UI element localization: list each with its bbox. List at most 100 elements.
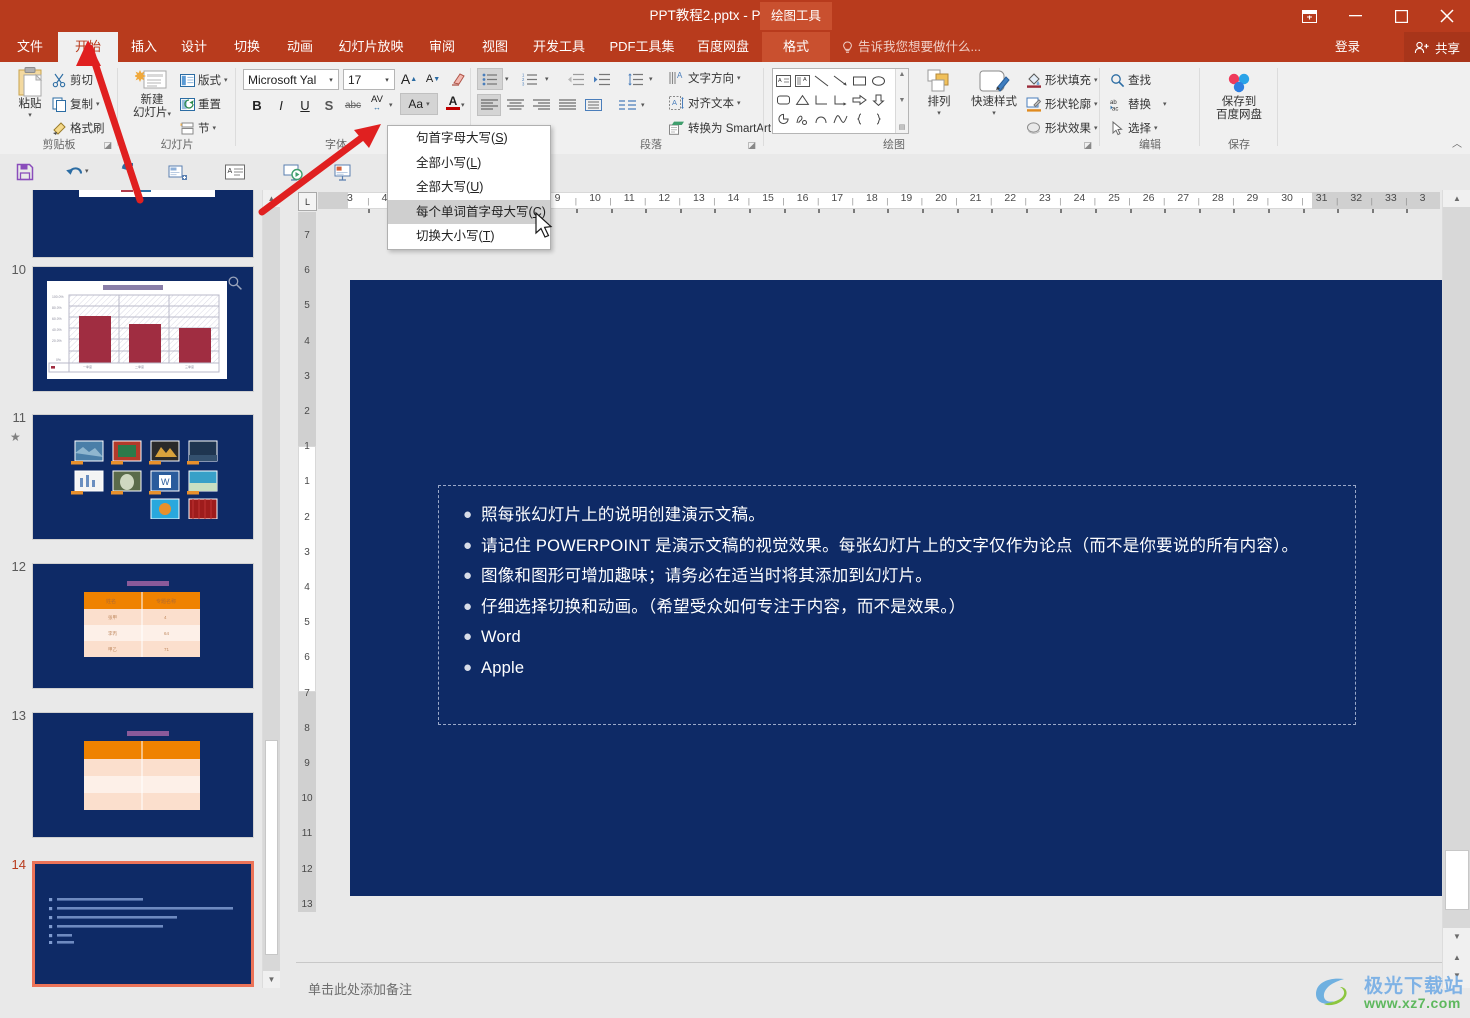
line-spacing-button[interactable]	[623, 68, 647, 90]
start-slideshow-icon[interactable]	[280, 159, 306, 185]
shape-arc-icon[interactable]	[812, 109, 831, 128]
tab-view[interactable]: 视图	[473, 32, 517, 62]
drawing-dialog-launcher[interactable]: ◪	[1083, 140, 1092, 151]
shape-left-brace-icon[interactable]	[850, 109, 869, 128]
slide-scroll-up-icon[interactable]: ▲	[1443, 190, 1470, 207]
from-current-slide-icon[interactable]	[330, 159, 356, 185]
clipboard-dialog-launcher[interactable]: ◪	[103, 140, 112, 151]
numbering-button[interactable]: 123	[517, 68, 543, 90]
save-icon[interactable]	[12, 159, 38, 185]
shape-oval-icon[interactable]	[869, 71, 888, 90]
slide-canvas[interactable]: ● 照每张幻灯片上的说明创建演示文稿。 ● 请记住 POWERPOINT 是演示…	[350, 280, 1444, 896]
select-button[interactable]: 选择 ▾	[1110, 118, 1158, 138]
tell-me-box[interactable]: 告诉我您想要做什么...	[842, 32, 981, 62]
shapes-scroll-down-icon[interactable]: ▼	[899, 97, 906, 104]
slide-scroll-thumb[interactable]	[1445, 850, 1469, 910]
shape-fill-button[interactable]: 形状填充 ▾	[1026, 70, 1098, 90]
clear-formatting-icon[interactable]	[448, 68, 470, 90]
collapse-ribbon-icon[interactable]: ︿	[1452, 135, 1462, 150]
shape-effects-button[interactable]: 形状效果 ▾	[1026, 118, 1098, 138]
thumbnail-pane-scrollbar[interactable]: ▲ ▼	[262, 190, 280, 988]
menu-item-sentence-case[interactable]: 句首字母大写(S)	[388, 126, 550, 151]
thumbnail-slide-9[interactable]	[32, 190, 254, 258]
bold-button[interactable]: B	[246, 94, 268, 116]
copy-button[interactable]: 复制 ▾	[52, 94, 100, 114]
shape-elbow-connector-icon[interactable]	[812, 90, 831, 109]
shape-triangle-icon[interactable]	[793, 90, 812, 109]
previous-slide-icon[interactable]: ▲	[1443, 949, 1470, 966]
numbering-caret-icon[interactable]: ▾	[545, 75, 549, 83]
sign-in-button[interactable]: 登录	[1335, 32, 1360, 62]
save-to-baidu-netdisk-button[interactable]: 保存到 百度网盘	[1204, 70, 1274, 122]
menu-item-capitalize-each-word[interactable]: 每个单词首字母大写(C)	[388, 199, 550, 224]
shape-elbow-arrow-icon[interactable]	[831, 90, 850, 109]
bullet-item[interactable]: ● 照每张幻灯片上的说明创建演示文稿。	[461, 504, 1339, 526]
paragraph-dialog-launcher[interactable]: ◪	[747, 140, 756, 151]
arrange-button[interactable]: 排列 ▾	[916, 68, 962, 117]
thumbnail-slide-14[interactable]	[32, 861, 254, 987]
tab-design[interactable]: 设计	[172, 32, 216, 62]
thumbnail-scroll-thumb[interactable]	[265, 740, 278, 955]
thumbnail-slide-12[interactable]: 姓名 专题名称 张甲 4 李丙 64 甲乙 71	[32, 563, 254, 689]
undo-caret-icon[interactable]: ▾	[85, 167, 89, 175]
layout-button[interactable]: 版式 ▾	[180, 70, 228, 90]
shrink-font-button[interactable]: A ▼	[422, 68, 444, 90]
shapes-gallery-scrollbar[interactable]: ▲ ▼ ▤	[895, 69, 908, 133]
ribbon-display-options-icon[interactable]	[1286, 0, 1332, 32]
shape-arrow-icon[interactable]	[831, 71, 850, 90]
thumbnail-scroll-down-icon[interactable]: ▼	[263, 971, 280, 988]
decrease-indent-button[interactable]	[563, 68, 587, 90]
tab-home[interactable]: 开始	[58, 32, 118, 62]
shapes-scroll-up-icon[interactable]: ▲	[899, 71, 906, 78]
align-center-button[interactable]	[503, 94, 527, 116]
shape-freeform-icon[interactable]	[793, 109, 812, 128]
share-button[interactable]: 共享	[1403, 32, 1470, 62]
slide-vertical-scrollbar[interactable]: ▲ ▼ ▲ ▼	[1442, 190, 1470, 988]
shape-line-icon[interactable]	[812, 71, 831, 90]
bullet-item[interactable]: ● Word	[461, 626, 1339, 648]
copy-caret-icon[interactable]: ▾	[96, 100, 100, 108]
text-direction-button[interactable]: A 文字方向 ▾	[669, 68, 741, 88]
columns-caret-icon[interactable]: ▾	[641, 101, 645, 109]
shape-right-arrow-icon[interactable]	[850, 90, 869, 109]
tab-insert[interactable]: 插入	[122, 32, 166, 62]
line-spacing-caret-icon[interactable]: ▾	[649, 75, 653, 83]
bullet-item[interactable]: ● 图像和图形可增加趣味；请务必在适当时将其添加到幻灯片。	[461, 565, 1339, 587]
content-placeholder[interactable]: ● 照每张幻灯片上的说明创建演示文稿。 ● 请记住 POWERPOINT 是演示…	[438, 485, 1356, 725]
tab-stop-selector[interactable]: L	[298, 192, 317, 211]
align-text-button[interactable]: A 对齐文本 ▾	[669, 93, 741, 113]
bullets-caret-icon[interactable]: ▾	[505, 75, 509, 83]
thumbnail-slide-11[interactable]: W	[32, 414, 254, 540]
slide-thumbnail-pane[interactable]: 10 100.0% 80.0% 60.0% 40.0% 20.0% 0% 一季度…	[0, 190, 262, 988]
close-icon[interactable]	[1424, 0, 1470, 32]
menu-item-toggle-case[interactable]: 切换大小写(T)	[388, 224, 550, 249]
tab-transitions[interactable]: 切换	[225, 32, 269, 62]
character-spacing-caret-icon[interactable]: ▾	[389, 101, 393, 109]
cut-button[interactable]: 剪切	[52, 70, 93, 90]
font-size-combo[interactable]: 17 ▾	[343, 69, 395, 90]
new-slide-button[interactable]: 新建 幻灯片▾	[124, 68, 180, 120]
text-box-icon[interactable]: A	[222, 159, 248, 185]
format-painter-button[interactable]: 格式刷	[52, 118, 105, 138]
slide-scroll-down-icon[interactable]: ▼	[1443, 928, 1470, 945]
find-button[interactable]: 查找	[1110, 70, 1151, 90]
italic-button[interactable]: I	[270, 94, 292, 116]
grow-font-button[interactable]: A ▲	[398, 68, 420, 90]
change-case-dropdown-menu[interactable]: 句首字母大写(S) 全部小写(L) 全部大写(U) 每个单词首字母大写(C) 切…	[387, 125, 551, 250]
text-shadow-button[interactable]: S	[318, 94, 340, 116]
convert-to-smartart-button[interactable]: 转换为 SmartArt ▾	[669, 118, 778, 138]
shapes-gallery-more-icon[interactable]: ▤	[899, 123, 906, 131]
bullet-item[interactable]: ● 请记住 POWERPOINT 是演示文稿的视觉效果。每张幻灯片上的文字仅作为…	[461, 535, 1339, 557]
maximize-icon[interactable]	[1378, 0, 1424, 32]
distributed-button[interactable]	[581, 94, 605, 116]
shape-rectangle-icon[interactable]	[850, 71, 869, 90]
paste-button[interactable]: 粘贴 ▾	[6, 66, 54, 119]
thumbnail-scroll-up-icon[interactable]: ▲	[263, 190, 280, 207]
vertical-ruler[interactable]: 7 6 5 4 3 2 1 1 2 3 4 5 6 7 8 9 10 11 12 13	[298, 212, 316, 912]
bullet-item[interactable]: ● 仔细选择切换和动画。（希望受众如何专注于内容，而不是效果。）	[461, 596, 1339, 618]
section-button[interactable]: 节 ▾	[180, 118, 216, 138]
align-right-button[interactable]	[529, 94, 553, 116]
strikethrough-button[interactable]: abc	[342, 94, 364, 116]
align-left-button[interactable]	[477, 94, 501, 116]
redo-icon[interactable]	[110, 159, 136, 185]
